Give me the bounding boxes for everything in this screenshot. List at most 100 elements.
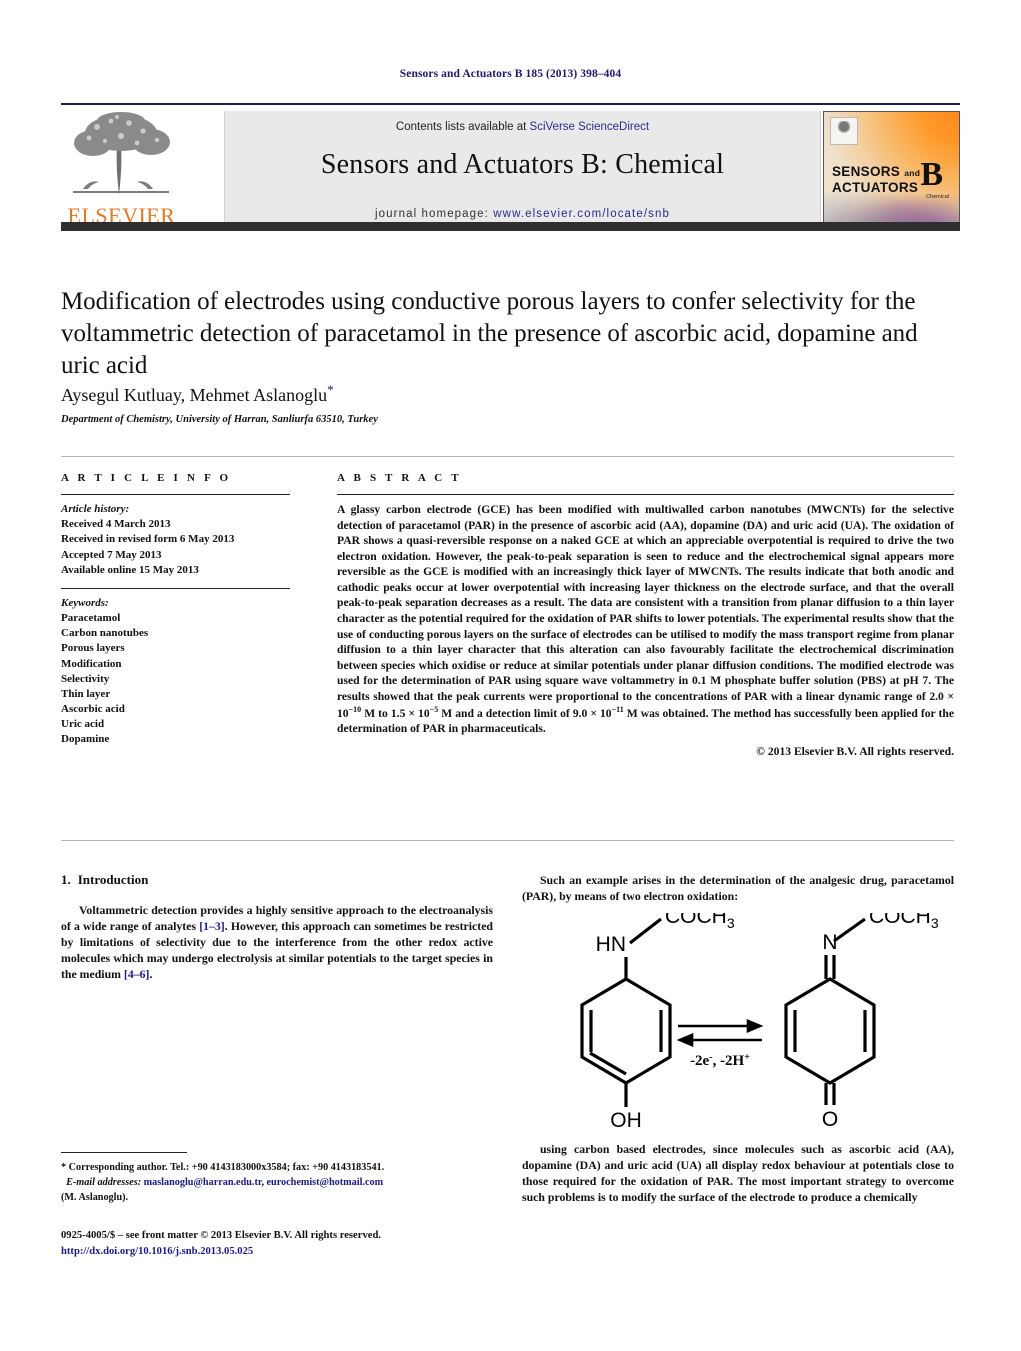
info-panel-top-rule <box>61 456 954 457</box>
author-names: Aysegul Kutluay, Mehmet Aslanoglu <box>61 385 328 405</box>
right-ring <box>784 977 876 1085</box>
right-n-label: N <box>822 931 837 954</box>
abstract-column: A B S T R A C T A glassy carbon electrod… <box>337 472 954 758</box>
right-paragraph-1: Such an example arises in the determinat… <box>522 873 954 904</box>
keyword-item: Ascorbic acid <box>61 703 125 716</box>
left-ring <box>580 977 672 1085</box>
keywords-label: Keywords: <box>61 596 109 609</box>
right-coch3-label: COCH3 <box>869 913 939 931</box>
email-owner: (M. Aslanoglu). <box>61 1191 129 1203</box>
doi-link[interactable]: http://dx.doi.org/10.1016/j.snb.2013.05.… <box>61 1244 501 1260</box>
abstract-part-2: M to 1.5 × 10 <box>361 706 430 720</box>
issn-front-matter: 0925-4005/$ – see front matter © 2013 El… <box>61 1230 381 1241</box>
section-heading-introduction: 1. Introduction <box>61 872 493 888</box>
scheme-svg: HN COCH3 OH -2e-, -2H+ N COCH3 O <box>580 913 939 1132</box>
keyword-item: Selectivity <box>61 672 110 685</box>
abstract-heading: A B S T R A C T <box>337 472 462 484</box>
keyword-item: Dopamine <box>61 733 110 746</box>
footnote-block: * Corresponding author. Tel.: +90 414318… <box>61 1152 493 1205</box>
paracetamol-oxidation-scheme: HN COCH3 OH -2e-, -2H+ N COCH3 O <box>522 913 954 1141</box>
journal-band: Contents lists available at SciVerse Sci… <box>224 111 821 229</box>
intro-text-c: . <box>149 967 153 982</box>
keyword-item: Thin layer <box>61 687 111 700</box>
cover-series-subtitle: Chemical <box>926 194 949 200</box>
footnote-rule <box>61 1152 187 1153</box>
history-item: Received in revised form 6 May 2013 <box>61 533 235 546</box>
email-label: E-mail addresses: <box>66 1176 142 1188</box>
article-info-column: A R T I C L E I N F O Article history: R… <box>61 472 306 748</box>
cover-word-and: and <box>904 168 921 178</box>
affiliation: Department of Chemistry, University of H… <box>61 414 378 425</box>
email-link-primary[interactable]: maslanoglu@harran.edu.tr <box>144 1177 262 1188</box>
right-o-label: O <box>822 1108 838 1131</box>
body-column-right: Such an example arises in the determinat… <box>522 872 954 1214</box>
paper-page: Sensors and Actuators B 185 (2013) 398–4… <box>0 0 1021 1351</box>
masthead-bottom-bar <box>61 222 960 231</box>
elsevier-logo: ELSEVIER <box>63 111 180 229</box>
section-number: 1. <box>61 872 71 887</box>
left-n-acetyl-bond <box>629 917 662 945</box>
abstract-exponent-2: −5 <box>429 704 439 714</box>
elsevier-tree-icon <box>73 112 170 195</box>
journal-homepage-link[interactable]: www.elsevier.com/locate/snb <box>493 208 670 220</box>
homepage-prefix: journal homepage: <box>375 208 494 220</box>
info-panel-bottom-rule <box>61 840 954 841</box>
citation-1-3[interactable]: [1–3] <box>199 919 225 933</box>
citation-4-6[interactable]: [4–6] <box>124 967 150 981</box>
section-title: Introduction <box>77 872 149 887</box>
right-paragraph-2: using carbon based electrodes, since mol… <box>522 1142 954 1205</box>
article-history-label: Article history: <box>61 503 130 515</box>
history-item: Accepted 7 May 2013 <box>61 548 162 561</box>
right-c-o-double-bond <box>824 1083 836 1106</box>
equilibrium-arrows <box>676 1019 764 1048</box>
abstract-part-3: M and a detection limit of 9.0 × 10 <box>438 706 612 720</box>
contents-prefix: Contents lists available at <box>395 121 530 133</box>
keywords-rule <box>61 587 290 589</box>
article-info-heading: A R T I C L E I N F O <box>61 472 232 484</box>
abstract-copyright: © 2013 Elsevier B.V. All rights reserved… <box>756 744 954 758</box>
left-coch3-label: COCH3 <box>665 913 735 931</box>
keyword-item: Porous layers <box>61 642 125 655</box>
corresponding-author-note: * Corresponding author. Tel.: +90 414318… <box>61 1161 493 1205</box>
journal-title: Sensors and Actuators B: Chemical <box>320 149 725 180</box>
arrow-label: -2e-, -2H+ <box>690 1052 750 1069</box>
keyword-item: Paracetamol <box>61 612 121 625</box>
cover-title-line2: ACTUATORS <box>832 180 919 195</box>
history-item: Received 4 March 2013 <box>61 518 171 531</box>
keyword-item: Carbon nanotubes <box>61 627 149 640</box>
keyword-item: Uric acid <box>61 718 105 731</box>
cover-title-line1: SENSORS and <box>832 164 920 179</box>
left-oh-label: OH <box>610 1109 642 1132</box>
body-column-left: 1. Introduction Voltammetric detection pr… <box>61 872 493 991</box>
intro-paragraph-1: Voltammetric detection provides a highly… <box>61 902 493 982</box>
email-link-secondary[interactable]: eurochemist@hotmail.com <box>267 1177 384 1188</box>
history-item: Available online 15 May 2013 <box>61 563 199 576</box>
right-c-n-double-bond <box>824 955 836 980</box>
journal-cover-image: SENSORS and ACTUATORS B Chemical <box>823 111 960 231</box>
cover-word-sensors: SENSORS <box>832 164 901 179</box>
sciencedirect-link[interactable]: SciVerse ScienceDirect <box>530 121 650 133</box>
abstract-rule <box>337 494 954 495</box>
imprint-block: 0925-4005/$ – see front matter © 2013 El… <box>61 1228 501 1260</box>
page-title: Modification of electrodes using conduct… <box>61 288 918 379</box>
abstract-exponent-3: −11 <box>611 704 624 714</box>
running-head: Sensors and Actuators B 185 (2013) 398–4… <box>399 68 622 80</box>
keyword-item: Modification <box>61 657 122 670</box>
journal-homepage-line: journal homepage: www.elsevier.com/locat… <box>225 208 820 220</box>
keywords-block: Keywords: Paracetamol Carbon nanotubes P… <box>61 596 306 748</box>
article-info-rule <box>61 494 290 495</box>
contents-list-line: Contents lists available at SciVerse Sci… <box>225 121 820 133</box>
abstract-part-1: A glassy carbon electrode (GCE) has been… <box>337 503 954 720</box>
masthead-top-rule <box>61 103 960 105</box>
left-ring-double-bonds <box>589 1010 663 1076</box>
abstract-text: A glassy carbon electrode (GCE) has been… <box>337 502 954 737</box>
author-list: Aysegul Kutluay, Mehmet Aslanoglu* <box>61 382 954 406</box>
left-hn-label: HN <box>596 933 626 956</box>
cover-elsevier-mini-logo <box>830 117 858 145</box>
right-n-acetyl-bond <box>833 917 866 943</box>
article-history-block: Article history: Received 4 March 2013 R… <box>61 502 306 578</box>
corresponding-author-marker: * <box>327 382 334 397</box>
right-ring-double-bonds <box>793 1010 867 1053</box>
journal-masthead: ELSEVIER Contents lists available at Sci… <box>61 103 960 231</box>
abstract-exponent-1: −10 <box>348 704 362 714</box>
